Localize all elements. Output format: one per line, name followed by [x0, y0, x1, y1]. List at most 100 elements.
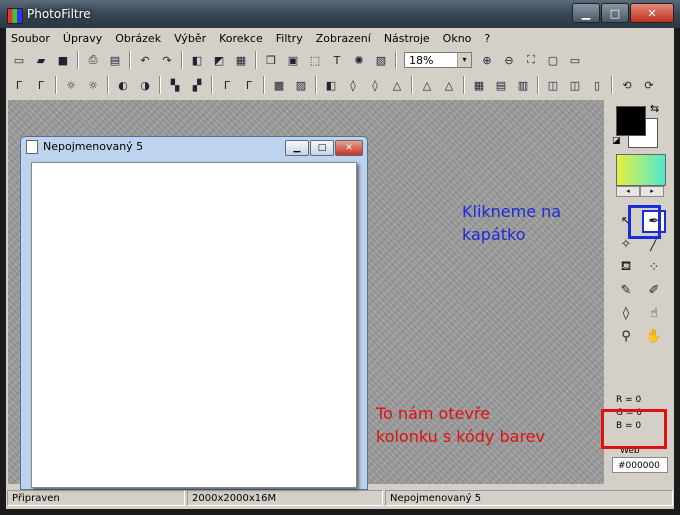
- maximize-button[interactable]: □: [601, 3, 629, 23]
- menu-okno[interactable]: Okno: [438, 30, 480, 48]
- transparency-icon[interactable]: ◩: [211, 52, 227, 68]
- web-color-field[interactable]: #000000: [612, 457, 668, 473]
- menu-filtry[interactable]: Filtry: [271, 30, 311, 48]
- reset-colors-icon[interactable]: ◪: [612, 136, 621, 146]
- gradient-preview[interactable]: [616, 154, 666, 186]
- toolbar-separator: [255, 51, 257, 69]
- toolbar-separator: [107, 76, 109, 94]
- advanced-brush-icon[interactable]: ✐: [642, 279, 666, 302]
- annotation-highlight-eyedropper: [628, 205, 661, 239]
- soften-icon[interactable]: ◊: [367, 77, 383, 93]
- slideshow-icon[interactable]: ▭: [567, 52, 583, 68]
- zoom-out-icon[interactable]: ⊖: [501, 52, 517, 68]
- brightness-down-icon[interactable]: ☼: [63, 77, 79, 93]
- document-window[interactable]: Nepojmenovaný 5 ▁ □ ✕: [20, 136, 368, 490]
- menu-nastroje[interactable]: Nástroje: [379, 30, 438, 48]
- foreground-color-swatch[interactable]: [616, 106, 646, 136]
- clone-stamp-icon[interactable]: ⚲: [614, 325, 638, 348]
- save-icon[interactable]: ■: [55, 52, 71, 68]
- fit-image-icon[interactable]: ⛶: [523, 52, 539, 68]
- fade-icon[interactable]: ◧: [189, 52, 205, 68]
- spray-icon[interactable]: ⁘: [642, 256, 666, 279]
- zoom-select[interactable]: 18% ▾: [404, 52, 472, 68]
- toolbar-separator: [315, 76, 317, 94]
- effects-icon[interactable]: ✺: [351, 52, 367, 68]
- color-balance-icon[interactable]: ▦: [471, 77, 487, 93]
- image-canvas[interactable]: [31, 162, 357, 488]
- pattern-icon[interactable]: ▨: [293, 77, 309, 93]
- chevron-down-icon[interactable]: ▾: [457, 53, 471, 67]
- toolbar-separator: [411, 76, 413, 94]
- texture-icon[interactable]: ▩: [271, 77, 287, 93]
- auto-levels-icon[interactable]: Γ: [11, 77, 27, 93]
- fill-bucket-icon[interactable]: ⛾: [614, 256, 638, 279]
- flip-horizontal-icon[interactable]: ◫: [545, 77, 561, 93]
- brush-icon[interactable]: ✎: [614, 279, 638, 302]
- undo-icon[interactable]: ↶: [137, 52, 153, 68]
- toolbar-separator: [537, 76, 539, 94]
- gradient-right-arrow-icon[interactable]: ▸: [640, 186, 664, 197]
- toolbar-separator: [129, 51, 131, 69]
- emboss-icon[interactable]: △: [441, 77, 457, 93]
- sharpen-icon[interactable]: △: [389, 77, 405, 93]
- gamma-up-icon[interactable]: Γ: [241, 77, 257, 93]
- annotation-line: kapátko: [462, 225, 526, 244]
- menu-korekce[interactable]: Korekce: [214, 30, 271, 48]
- menu-obrazek[interactable]: Obrázek: [110, 30, 169, 48]
- replace-color-icon[interactable]: ▤: [493, 77, 509, 93]
- explorer-icon[interactable]: ▧: [373, 52, 389, 68]
- text-icon[interactable]: T: [329, 52, 345, 68]
- gradient-left-arrow-icon[interactable]: ◂: [616, 186, 640, 197]
- minimize-button[interactable]: ▁: [572, 3, 600, 23]
- status-dimensions: 2000x2000x16M: [187, 490, 383, 506]
- rotate-left-icon[interactable]: ⟲: [619, 77, 635, 93]
- menu-vyber[interactable]: Výběr: [169, 30, 214, 48]
- document-maximize-button[interactable]: □: [310, 140, 334, 156]
- blur-drop-icon[interactable]: ◊: [614, 302, 638, 325]
- zoom-in-icon[interactable]: ⊕: [479, 52, 495, 68]
- annotation-line: To nám otevře: [376, 404, 490, 423]
- redo-icon[interactable]: ↷: [159, 52, 175, 68]
- print-icon[interactable]: ⎙: [85, 52, 101, 68]
- finger-icon[interactable]: ☝: [642, 302, 666, 325]
- menu-soubor[interactable]: Soubor: [6, 30, 58, 48]
- document-close-button[interactable]: ✕: [335, 140, 363, 156]
- saturation-down-icon[interactable]: ▚: [167, 77, 183, 93]
- annotation-colorcode-note: To nám otevře kolonku s kódy barev: [376, 402, 545, 448]
- blur-icon[interactable]: ◊: [345, 77, 361, 93]
- menu-upravy[interactable]: Úpravy: [58, 30, 110, 48]
- brightness-up-icon[interactable]: ☼: [85, 77, 101, 93]
- saturation-up-icon[interactable]: ▞: [189, 77, 205, 93]
- document-minimize-button[interactable]: ▁: [285, 140, 309, 156]
- gamma-down-icon[interactable]: Γ: [219, 77, 235, 93]
- window-controls: ▁ □ ✕: [571, 3, 674, 23]
- new-file-icon[interactable]: ▭: [11, 52, 27, 68]
- close-button[interactable]: ✕: [630, 3, 674, 23]
- toolbar-separator: [463, 76, 465, 94]
- menu-zobrazeni[interactable]: Zobrazení: [311, 30, 379, 48]
- open-folder-icon[interactable]: ▰: [33, 52, 49, 68]
- scan-icon[interactable]: ▤: [107, 52, 123, 68]
- photofiltre-app-icon: [7, 8, 23, 24]
- rotate-right-icon[interactable]: ⟳: [641, 77, 657, 93]
- flip-vertical-icon[interactable]: ◫: [567, 77, 583, 93]
- toolbar-separator: [263, 76, 265, 94]
- hand-icon[interactable]: ✋: [642, 325, 666, 348]
- contrast-down-icon[interactable]: ◐: [115, 77, 131, 93]
- contrast-up-icon[interactable]: ◑: [137, 77, 153, 93]
- toolbar-separator: [211, 76, 213, 94]
- auto-contrast-icon[interactable]: Γ: [33, 77, 49, 93]
- toolbar-separator: [395, 51, 397, 69]
- fullscreen-icon[interactable]: ▢: [545, 52, 561, 68]
- plugin-icon[interactable]: ▦: [233, 52, 249, 68]
- crop-icon[interactable]: ⬚: [307, 52, 323, 68]
- menu-help[interactable]: ?: [479, 30, 498, 48]
- swap-colors-icon[interactable]: ⇆: [650, 102, 659, 115]
- grayscale-icon[interactable]: ◧: [323, 77, 339, 93]
- image-size-icon[interactable]: ▥: [515, 77, 531, 93]
- copy-icon[interactable]: ❐: [263, 52, 279, 68]
- sharpen-more-icon[interactable]: △: [419, 77, 435, 93]
- rotate-icon[interactable]: ▯: [589, 77, 605, 93]
- gradient-arrows: ◂ ▸: [616, 186, 664, 197]
- paste-icon[interactable]: ▣: [285, 52, 301, 68]
